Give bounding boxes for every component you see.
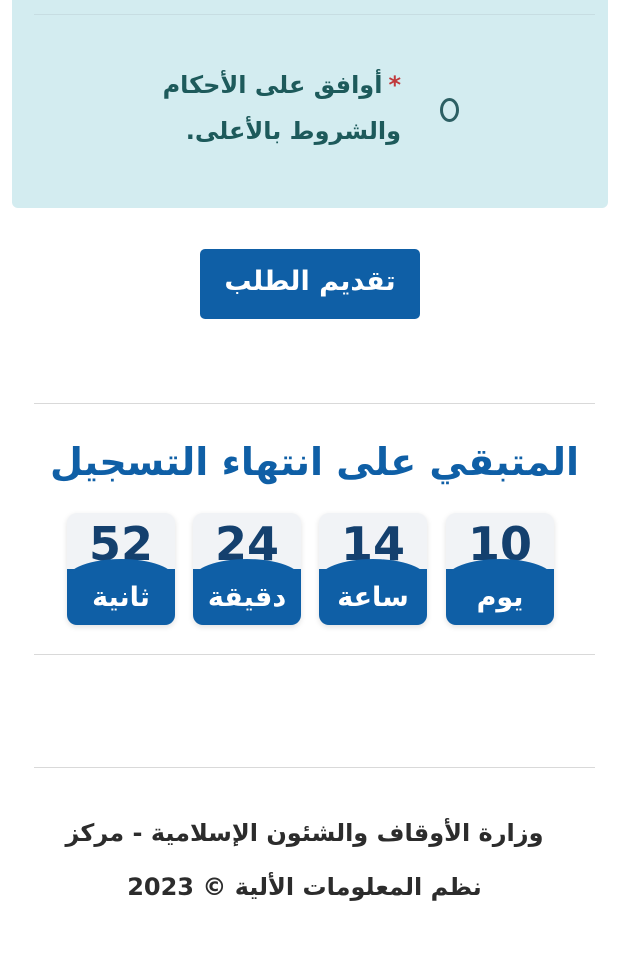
countdown-unit-seconds: 52 ثانية bbox=[67, 513, 175, 625]
countdown-label: ساعة bbox=[319, 559, 427, 625]
footer: وزارة الأوقاف والشئون الإسلامية - مركز ن… bbox=[40, 806, 569, 914]
countdown-label: دقيقة bbox=[193, 559, 301, 625]
submit-button[interactable]: تقديم الطلب bbox=[200, 249, 420, 319]
countdown-title: المتبقي على انتهاء التسجيل bbox=[49, 440, 580, 484]
countdown-label-text: ثانية bbox=[92, 582, 150, 613]
countdown-label: يوم bbox=[446, 559, 554, 625]
terms-label: *أوافق على الأحكام والشروط بالأعلى. bbox=[161, 62, 401, 154]
required-mark: * bbox=[388, 71, 401, 99]
divider bbox=[34, 767, 595, 768]
countdown-label-text: يوم bbox=[476, 582, 524, 613]
countdown-units: 10 يوم 14 ساعة 24 دقيقة 52 ثانية bbox=[67, 513, 554, 625]
countdown-unit-days: 10 يوم bbox=[446, 513, 554, 625]
countdown-label-text: ساعة bbox=[337, 582, 409, 613]
countdown-label-text: دقيقة bbox=[207, 582, 287, 613]
footer-line-2: نظم المعلومات الألية © 2023 bbox=[127, 873, 482, 901]
countdown-unit-hours: 14 ساعة bbox=[319, 513, 427, 625]
footer-line-1: وزارة الأوقاف والشئون الإسلامية - مركز bbox=[65, 819, 544, 847]
divider bbox=[34, 654, 595, 655]
terms-label-text: أوافق على الأحكام والشروط بالأعلى. bbox=[162, 71, 401, 145]
divider bbox=[34, 403, 595, 404]
divider bbox=[34, 14, 595, 15]
countdown-unit-minutes: 24 دقيقة bbox=[193, 513, 301, 625]
countdown-label: ثانية bbox=[67, 559, 175, 625]
terms-radio[interactable] bbox=[440, 98, 459, 122]
